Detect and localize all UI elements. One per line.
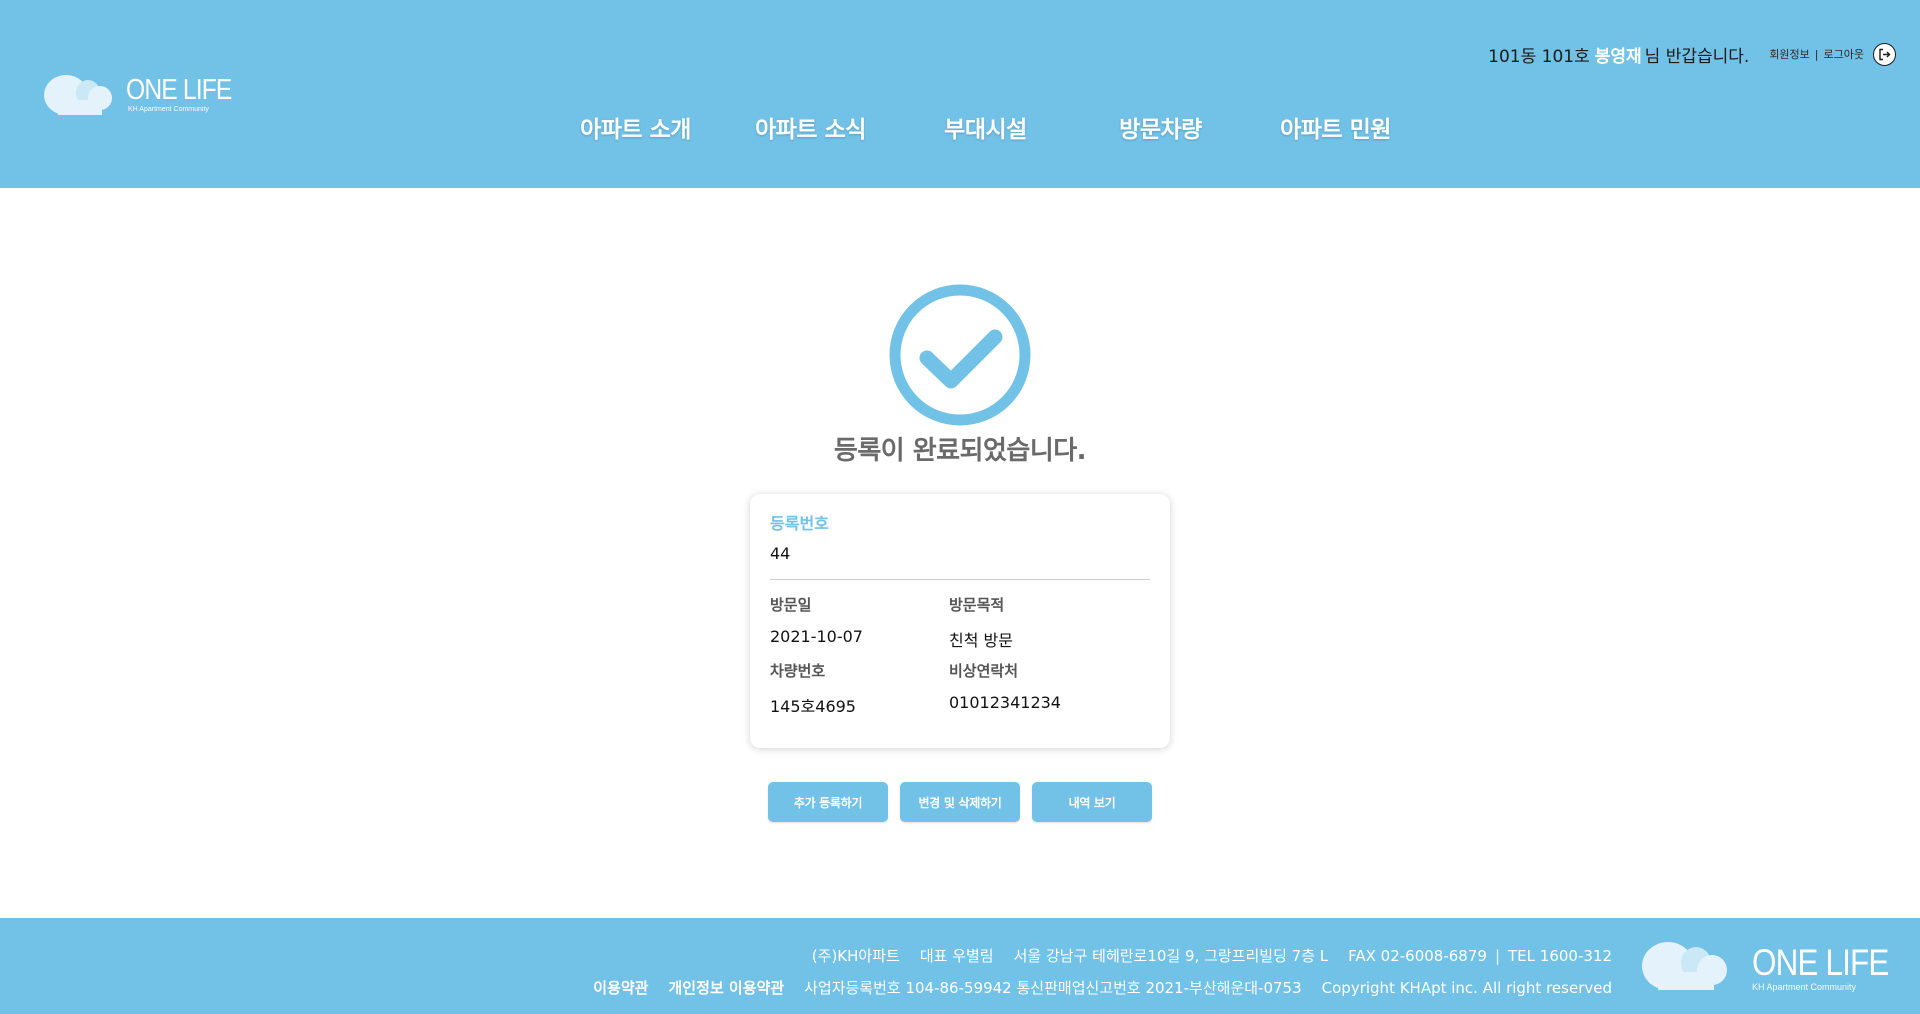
view-history-button[interactable]: 내역 보기 — [1032, 782, 1152, 822]
edit-delete-button[interactable]: 변경 및 삭제하기 — [900, 782, 1020, 822]
visit-date-label: 방문일 — [770, 596, 812, 614]
cloud-logo-icon — [1642, 942, 1727, 990]
visit-purpose-label: 방문목적 — [949, 596, 1005, 614]
footer-logo-tagline: KH Apartment Community — [1752, 982, 1857, 992]
check-circle-icon — [889, 284, 1031, 426]
main-nav: 아파트 소개 아파트 소식 부대시설 방문차량 아파트 민원 — [548, 110, 1423, 146]
site-logo[interactable]: ONE LIFE KH Apartment Community — [44, 72, 232, 122]
emergency-contact-label: 비상연락처 — [949, 662, 1019, 680]
footer-copyright: Copyright KHApt inc. All right reserved — [1321, 978, 1612, 997]
privacy-link[interactable]: 개인정보 이용약관 — [668, 977, 784, 998]
reg-number-value: 44 — [770, 544, 791, 563]
visit-purpose-value: 친척 방문 — [949, 631, 1013, 650]
user-links: 회원정보 | 로그아웃 — [1769, 46, 1864, 62]
user-greeting: 101동 101호 봉영재 님 반갑습니다. — [1488, 42, 1749, 67]
emergency-contact-value: 01012341234 — [949, 693, 1061, 712]
link-separator: | — [1814, 47, 1819, 61]
reg-number-label: 등록번호 — [770, 514, 829, 533]
car-number-label: 차량번호 — [770, 662, 826, 680]
footer-ceo: 대표 우별림 — [919, 947, 994, 965]
user-name: 봉영재 — [1594, 46, 1642, 67]
logo-tagline: KH Apartment Community — [128, 106, 209, 113]
visit-date-value: 2021-10-07 — [770, 627, 863, 646]
footer-fax: FAX 02-6008-6879 — [1348, 946, 1487, 965]
user-unit: 101동 101호 — [1488, 46, 1590, 67]
registration-summary-card: 등록번호 44 방문일 2021-10-07 방문목적 친척 방문 차량번호 1… — [750, 494, 1170, 748]
card-divider — [770, 579, 1150, 580]
site-footer: (주)KH아파트 대표 우별림 서울 강남구 테헤란로10길 9, 그랑프리빌딩… — [0, 918, 1920, 1014]
nav-apartment-intro[interactable]: 아파트 소개 — [548, 110, 723, 146]
terms-link[interactable]: 이용약관 — [593, 977, 648, 998]
nav-visitor-vehicles[interactable]: 방문차량 — [1073, 110, 1248, 146]
cloud-logo-icon — [44, 75, 112, 115]
user-bar: 101동 101호 봉영재 님 반갑습니다. 회원정보 | 로그아웃 — [1488, 42, 1896, 67]
member-info-link[interactable]: 회원정보 — [1769, 46, 1809, 62]
action-buttons: 추가 등록하기 변경 및 삭제하기 내역 보기 — [768, 782, 1152, 822]
footer-company: (주)KH아파트 — [811, 947, 900, 965]
nav-complaints[interactable]: 아파트 민원 — [1248, 110, 1423, 146]
logout-icon[interactable] — [1873, 42, 1896, 66]
footer-address: 서울 강남구 테헤란로10길 9, 그랑프리빌딩 7층 L — [1013, 947, 1329, 965]
footer-separator: | — [1494, 946, 1501, 965]
nav-facilities[interactable]: 부대시설 — [898, 110, 1073, 146]
greeting-suffix: 님 반갑습니다. — [1644, 46, 1750, 67]
logo-wordmark: ONE LIFE — [126, 74, 232, 106]
footer-tel: TEL 1600-312 — [1508, 946, 1612, 965]
footer-business-info: 사업자등록번호 104-86-59942 통신판매업신고번호 2021-부산해운… — [804, 979, 1302, 997]
footer-company-info: (주)KH아파트 대표 우별림 서울 강남구 테헤란로10길 9, 그랑프리빌딩… — [792, 945, 1612, 966]
logout-link[interactable]: 로그아웃 — [1824, 46, 1864, 62]
footer-logo-wordmark: ONE LIFE — [1752, 942, 1889, 983]
completion-title: 등록이 완료되었습니다. — [833, 436, 1087, 466]
site-header: ONE LIFE KH Apartment Community 101동 101… — [0, 0, 1920, 188]
add-registration-button[interactable]: 추가 등록하기 — [768, 782, 888, 822]
nav-apartment-news[interactable]: 아파트 소식 — [723, 110, 898, 146]
car-number-value: 145호4695 — [770, 697, 856, 716]
footer-logo: ONE LIFE KH Apartment Community — [1640, 938, 1889, 998]
footer-legal: 이용약관 개인정보 이용약관 사업자등록번호 104-86-59942 통신판매… — [593, 977, 1612, 998]
